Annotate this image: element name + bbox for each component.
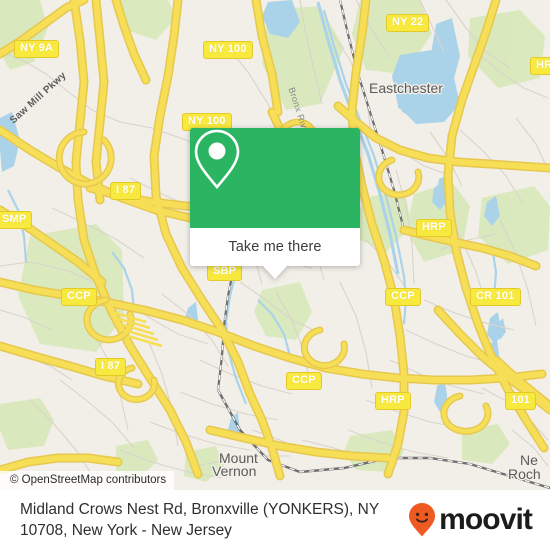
map-pin-icon xyxy=(194,129,240,190)
map-shield-label: CCP xyxy=(61,288,97,306)
moovit-wordmark: moovit xyxy=(439,503,533,536)
popup-tail xyxy=(262,265,288,279)
address-line-2: 10708, New York - New Jersey xyxy=(20,522,232,539)
map-shield-label: CCP xyxy=(385,288,421,306)
map-place-label: Roch xyxy=(508,466,541,482)
map-shield-label: CCP xyxy=(286,372,322,390)
map-place-label: Eastchester xyxy=(369,80,443,96)
map-place-label: Vernon xyxy=(212,463,257,479)
map-shield-label: HRP xyxy=(375,392,411,410)
map-shield-label: I 87 xyxy=(110,182,142,200)
take-me-there-button[interactable]: Take me there xyxy=(190,228,360,279)
screenshot-root: NY 9ANY 100NY 22NY 100I 87SMPHRPHRPSBPCC… xyxy=(0,0,550,550)
map-shield-label: HRP xyxy=(416,219,452,237)
address-line-1: Midland Crows Nest Rd, Bronxville (YONKE… xyxy=(20,501,380,518)
map-shield-label: SMP xyxy=(0,211,33,229)
osm-attribution[interactable]: © OpenStreetMap contributors xyxy=(0,471,175,490)
map-shield-label: NY 22 xyxy=(386,14,430,32)
popup-image-area xyxy=(190,128,360,228)
moovit-brand[interactable]: moovit xyxy=(407,502,538,538)
footer-bar: Midland Crows Nest Rd, Bronxville (YONKE… xyxy=(0,490,550,550)
moovit-smiley-pin-icon xyxy=(409,503,436,537)
map-shield-label: HRP xyxy=(530,57,550,75)
map-shield-label: CR 101 xyxy=(470,288,521,306)
map-canvas[interactable]: NY 9ANY 100NY 22NY 100I 87SMPHRPHRPSBPCC… xyxy=(0,0,550,490)
map-shield-label: I 87 xyxy=(95,358,127,376)
map-shield-label: NY 9A xyxy=(14,40,60,58)
map-popup[interactable]: Take me there xyxy=(190,128,360,279)
map-shield-label: NY 100 xyxy=(203,41,253,59)
map-shield-label: 101 xyxy=(505,392,536,410)
address-text: Midland Crows Nest Rd, Bronxville (YONKE… xyxy=(20,499,407,541)
take-me-there-label: Take me there xyxy=(228,239,322,255)
